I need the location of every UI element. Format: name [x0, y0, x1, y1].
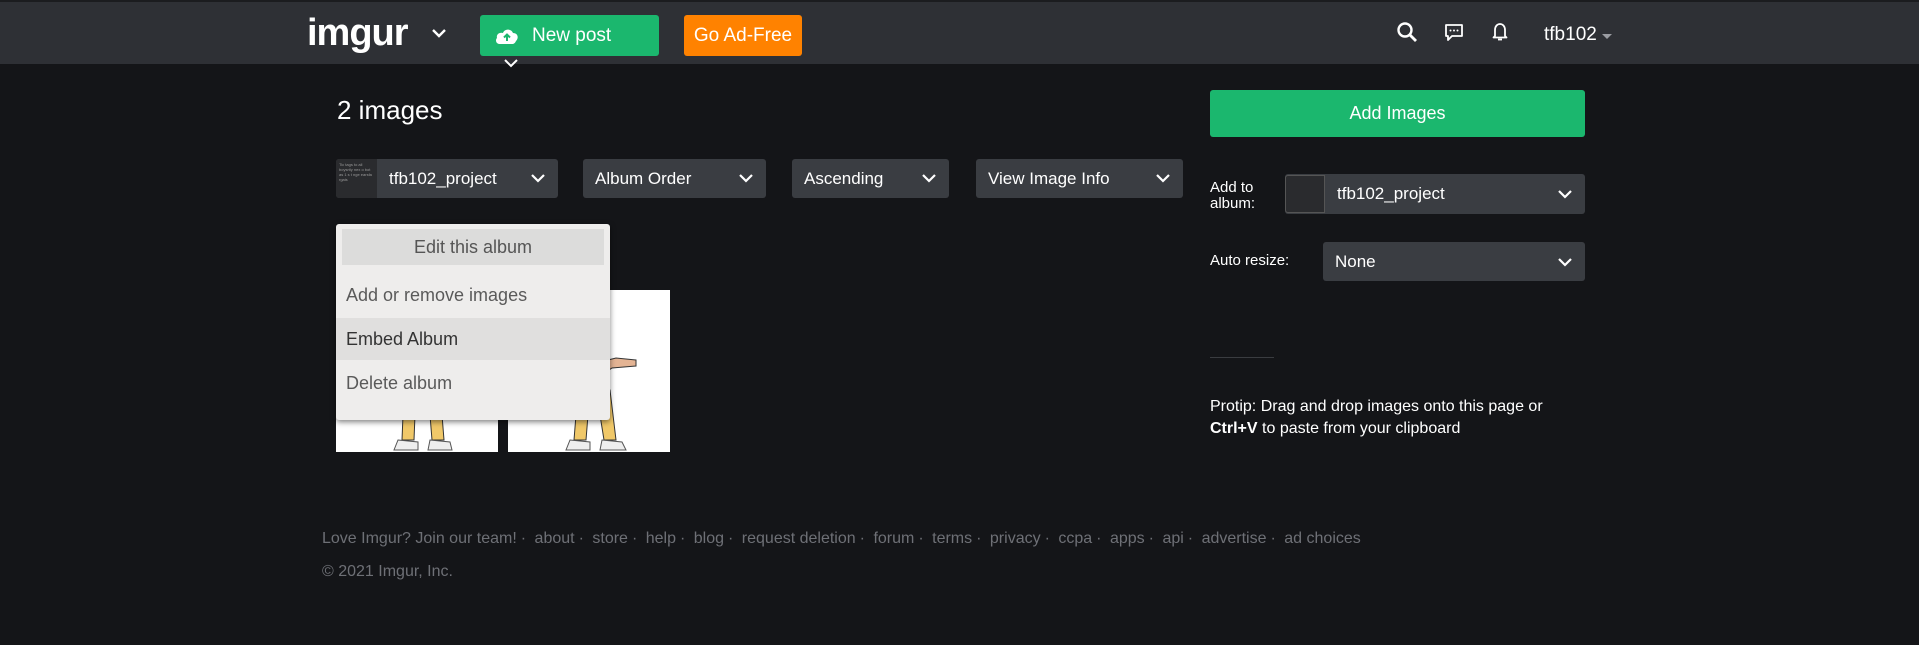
- add-to-album-label: Add to album:: [1210, 179, 1256, 212]
- chevron-down-icon: [739, 174, 753, 183]
- view-info-select[interactable]: View Image Info: [976, 159, 1183, 198]
- direction-select[interactable]: Ascending: [792, 159, 949, 198]
- bell-icon[interactable]: [1488, 20, 1512, 44]
- protip-lead: Protip: Drag and drop images onto this p…: [1210, 398, 1543, 415]
- protip-shortcut: Ctrl+V: [1210, 420, 1258, 437]
- footer-link[interactable]: blog: [694, 530, 724, 547]
- chevron-down-icon[interactable]: [503, 58, 519, 68]
- add-images-button[interactable]: Add Images: [1210, 90, 1585, 137]
- footer-link[interactable]: forum: [873, 530, 914, 547]
- new-post-label: New post: [532, 24, 612, 46]
- menu-item-add-remove-images[interactable]: Add or remove images: [336, 274, 610, 316]
- cloud-upload-icon: [496, 29, 518, 44]
- footer-link[interactable]: apps: [1110, 530, 1145, 547]
- chevron-down-icon: [1558, 190, 1572, 199]
- add-to-album-value: tfb102_project: [1337, 184, 1445, 203]
- go-ad-free-button[interactable]: Go Ad-Free: [684, 15, 802, 56]
- new-post-button[interactable]: New post: [480, 15, 659, 56]
- images-count-heading: 2 images: [337, 95, 443, 125]
- copyright-text: © 2021 Imgur, Inc.: [322, 563, 453, 580]
- footer-link[interactable]: ad choices: [1284, 530, 1361, 547]
- top-navbar: imgur New post Go Ad-Free tfb102: [0, 0, 1919, 68]
- chevron-down-icon: [1156, 174, 1170, 183]
- chevron-down-icon: [922, 174, 936, 183]
- footer-link[interactable]: request deletion: [742, 530, 856, 547]
- chevron-down-icon[interactable]: [430, 24, 448, 42]
- auto-resize-label: Auto resize:: [1210, 252, 1290, 269]
- caret-down-icon[interactable]: [1602, 34, 1612, 39]
- footer-link[interactable]: api: [1162, 530, 1183, 547]
- footer-link[interactable]: terms: [932, 530, 972, 547]
- imgur-logo[interactable]: imgur: [307, 12, 409, 55]
- chevron-down-icon: [1558, 258, 1572, 267]
- search-icon[interactable]: [1395, 20, 1419, 44]
- album-context-menu: Edit this album Add or remove images Emb…: [336, 224, 610, 420]
- add-to-album-select[interactable]: tfb102_project: [1285, 174, 1585, 214]
- auto-resize-value: None: [1335, 251, 1376, 271]
- footer-link[interactable]: store: [592, 530, 628, 547]
- protip-text: Protip: Drag and drop images onto this p…: [1210, 396, 1590, 440]
- footer-link[interactable]: ccpa: [1058, 530, 1092, 547]
- sidebar-divider: [1210, 357, 1274, 358]
- footer-links: Love Imgur? Join our team! · about · store…: [322, 530, 1361, 547]
- direction-select-value: Ascending: [804, 168, 884, 188]
- footer-link[interactable]: help: [646, 530, 676, 547]
- album-select-value: tfb102_project: [389, 168, 497, 188]
- view-info-select-value: View Image Info: [988, 168, 1110, 188]
- chevron-down-icon: [531, 174, 545, 183]
- order-select[interactable]: Album Order: [583, 159, 766, 198]
- order-select-value: Album Order: [595, 168, 692, 188]
- album-thumbnail: Tic tags to all boysrtly nex o bot as 1 …: [336, 159, 377, 198]
- footer-link[interactable]: advertise: [1202, 530, 1267, 547]
- footer-link[interactable]: privacy: [990, 530, 1041, 547]
- menu-header-edit-album: Edit this album: [342, 229, 604, 265]
- footer-link[interactable]: about: [535, 530, 575, 547]
- chat-icon[interactable]: [1442, 20, 1466, 44]
- protip-tail: to paste from your clipboard: [1262, 420, 1461, 437]
- username-menu[interactable]: tfb102: [1544, 24, 1597, 46]
- album-thumbnail: [1285, 175, 1325, 213]
- footer-link[interactable]: Love Imgur? Join our team!: [322, 530, 517, 547]
- menu-item-embed-album[interactable]: Embed Album: [336, 318, 610, 360]
- album-select[interactable]: Tic tags to all boysrtly nex o bot as 1 …: [336, 159, 558, 198]
- menu-item-delete-album[interactable]: Delete album: [336, 362, 610, 404]
- auto-resize-select[interactable]: None: [1323, 242, 1585, 281]
